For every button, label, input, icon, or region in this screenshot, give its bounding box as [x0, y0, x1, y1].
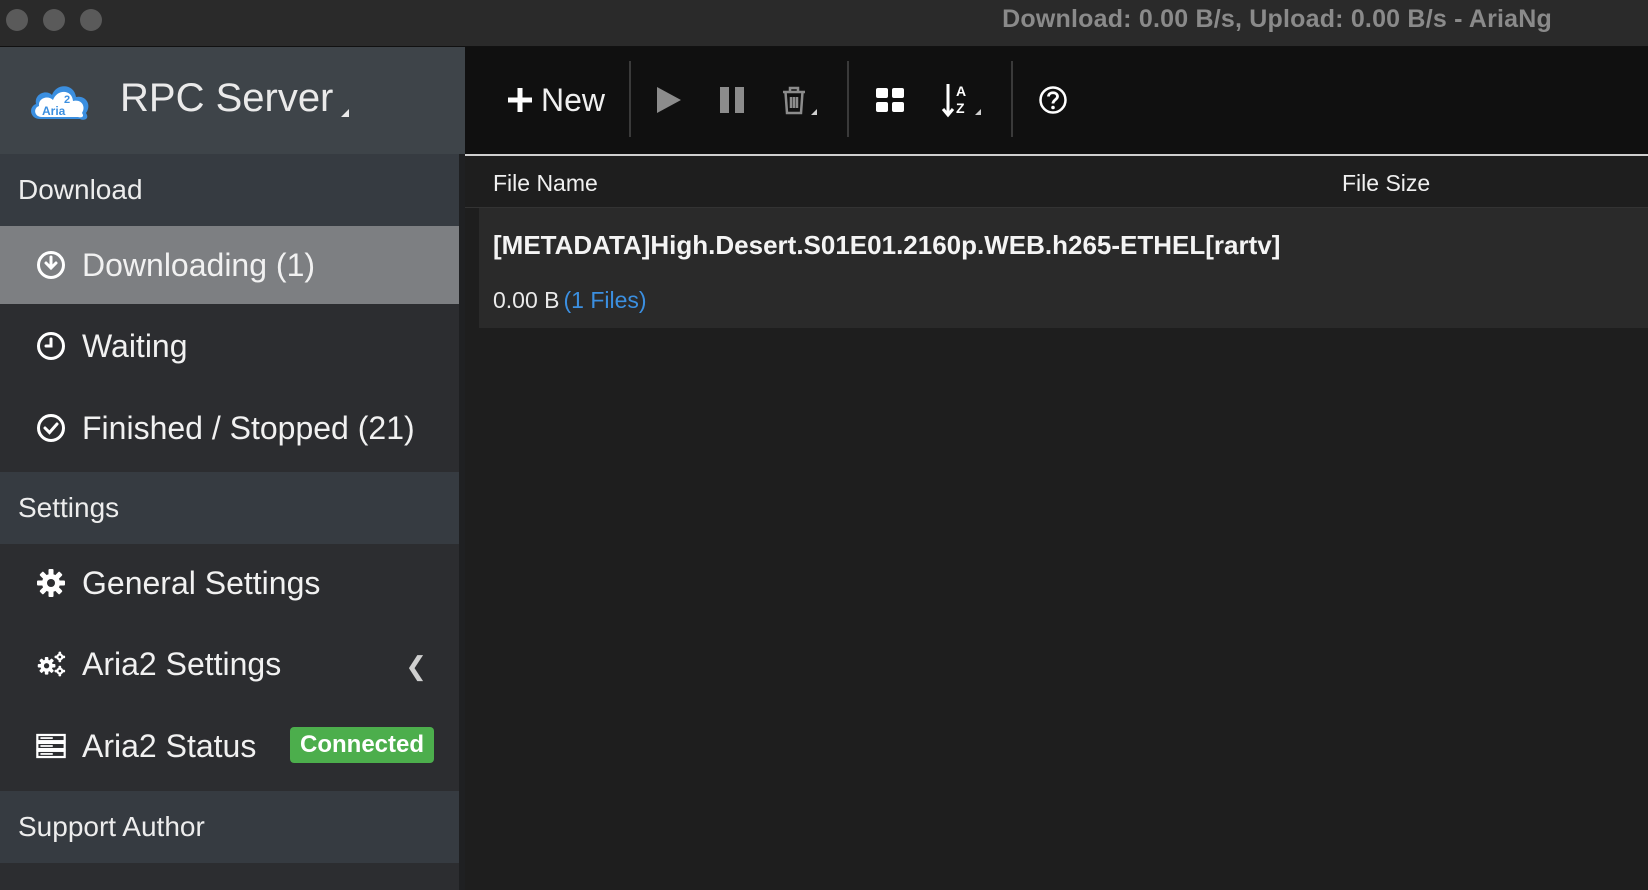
toolbar-divider [1011, 61, 1013, 137]
svg-text:A: A [956, 83, 966, 99]
sidebar-item-label: Aria2 Settings [82, 645, 282, 682]
dropdown-caret-icon [811, 109, 817, 115]
task-list-panel: File Name File Size [METADATA]High.Deser… [465, 154, 1648, 890]
grid-icon [876, 88, 904, 112]
sidebar-item-aria2-status[interactable]: Aria2 Status Connected [0, 707, 459, 785]
gear-icon [36, 568, 66, 598]
svg-text:Z: Z [956, 100, 965, 116]
status-badge: Connected [290, 727, 435, 763]
play-icon [657, 87, 681, 113]
task-table-header: File Name File Size [465, 156, 1648, 208]
sidebar-item-downloading[interactable]: Downloading (1) [0, 226, 459, 304]
task-files-link[interactable]: (1 Files) [564, 287, 647, 313]
start-button[interactable] [655, 75, 683, 125]
rpc-server-selector[interactable]: RPC Server [120, 76, 350, 121]
sidebar: 2 Aria RPC Server Download Downloading (… [0, 47, 465, 890]
display-mode-button[interactable] [875, 75, 905, 125]
trash-icon [783, 86, 805, 115]
close-window-button[interactable] [6, 9, 28, 31]
window-title: Download: 0.00 B/s, Upload: 0.00 B/s - A… [1002, 5, 1552, 33]
toolbar-divider [629, 61, 631, 137]
task-row[interactable]: [METADATA]High.Desert.S01E01.2160p.WEB.h… [479, 208, 1648, 328]
rpc-server-label: RPC Server [120, 76, 334, 120]
column-header-file-size[interactable]: File Size [1342, 170, 1430, 197]
chevron-left-icon: ❮ [405, 651, 427, 681]
toolbar-divider [847, 61, 849, 137]
task-size: 0.00 B [493, 287, 560, 313]
toolbar: New AZ [465, 47, 1648, 154]
sidebar-item-aria2-settings[interactable]: Aria2 Settings ❮ [0, 625, 459, 703]
download-circle-icon [36, 250, 66, 280]
server-icon [36, 731, 66, 761]
sidebar-item-label: Downloading (1) [82, 246, 316, 283]
column-header-file-name[interactable]: File Name [493, 170, 598, 197]
sidebar-item-label: Aria2 Status [82, 727, 257, 764]
sidebar-item-label: Finished / Stopped (21) [82, 409, 415, 446]
sidebar-item-general-settings[interactable]: General Settings [0, 544, 459, 622]
check-circle-icon [36, 413, 66, 443]
section-download: Download [0, 154, 459, 226]
minimize-window-button[interactable] [43, 9, 65, 31]
dropdown-caret-icon [975, 109, 981, 115]
brand-header[interactable]: 2 Aria RPC Server [0, 47, 465, 154]
new-task-button[interactable]: New [507, 75, 605, 125]
sidebar-item-finished[interactable]: Finished / Stopped (21) [0, 389, 459, 467]
help-button[interactable] [1038, 75, 1068, 125]
pause-button[interactable] [718, 75, 746, 125]
clock-icon [36, 331, 66, 361]
aria2-logo-icon: 2 Aria [31, 86, 89, 120]
window-titlebar: Download: 0.00 B/s, Upload: 0.00 B/s - A… [0, 0, 1648, 47]
sort-button[interactable]: AZ [941, 75, 981, 125]
plus-icon [508, 88, 532, 112]
dropdown-caret-icon [341, 109, 350, 117]
task-name[interactable]: [METADATA]High.Desert.S01E01.2160p.WEB.h… [493, 230, 1280, 261]
sort-az-icon: AZ [941, 83, 966, 118]
gears-icon [36, 649, 66, 679]
delete-button[interactable] [781, 75, 817, 125]
new-button-label: New [541, 81, 606, 118]
pause-icon [720, 87, 744, 113]
sidebar-item-label: Waiting [82, 327, 188, 364]
task-size-line: 0.00 B (1 Files) [493, 287, 647, 314]
maximize-window-button[interactable] [80, 9, 102, 31]
sidebar-item-label: General Settings [82, 564, 321, 601]
section-settings: Settings [0, 472, 459, 544]
help-icon [1039, 86, 1067, 114]
section-support-author[interactable]: Support Author [0, 791, 459, 863]
logo-text: Aria [42, 104, 66, 118]
sidebar-item-waiting[interactable]: Waiting [0, 307, 459, 385]
